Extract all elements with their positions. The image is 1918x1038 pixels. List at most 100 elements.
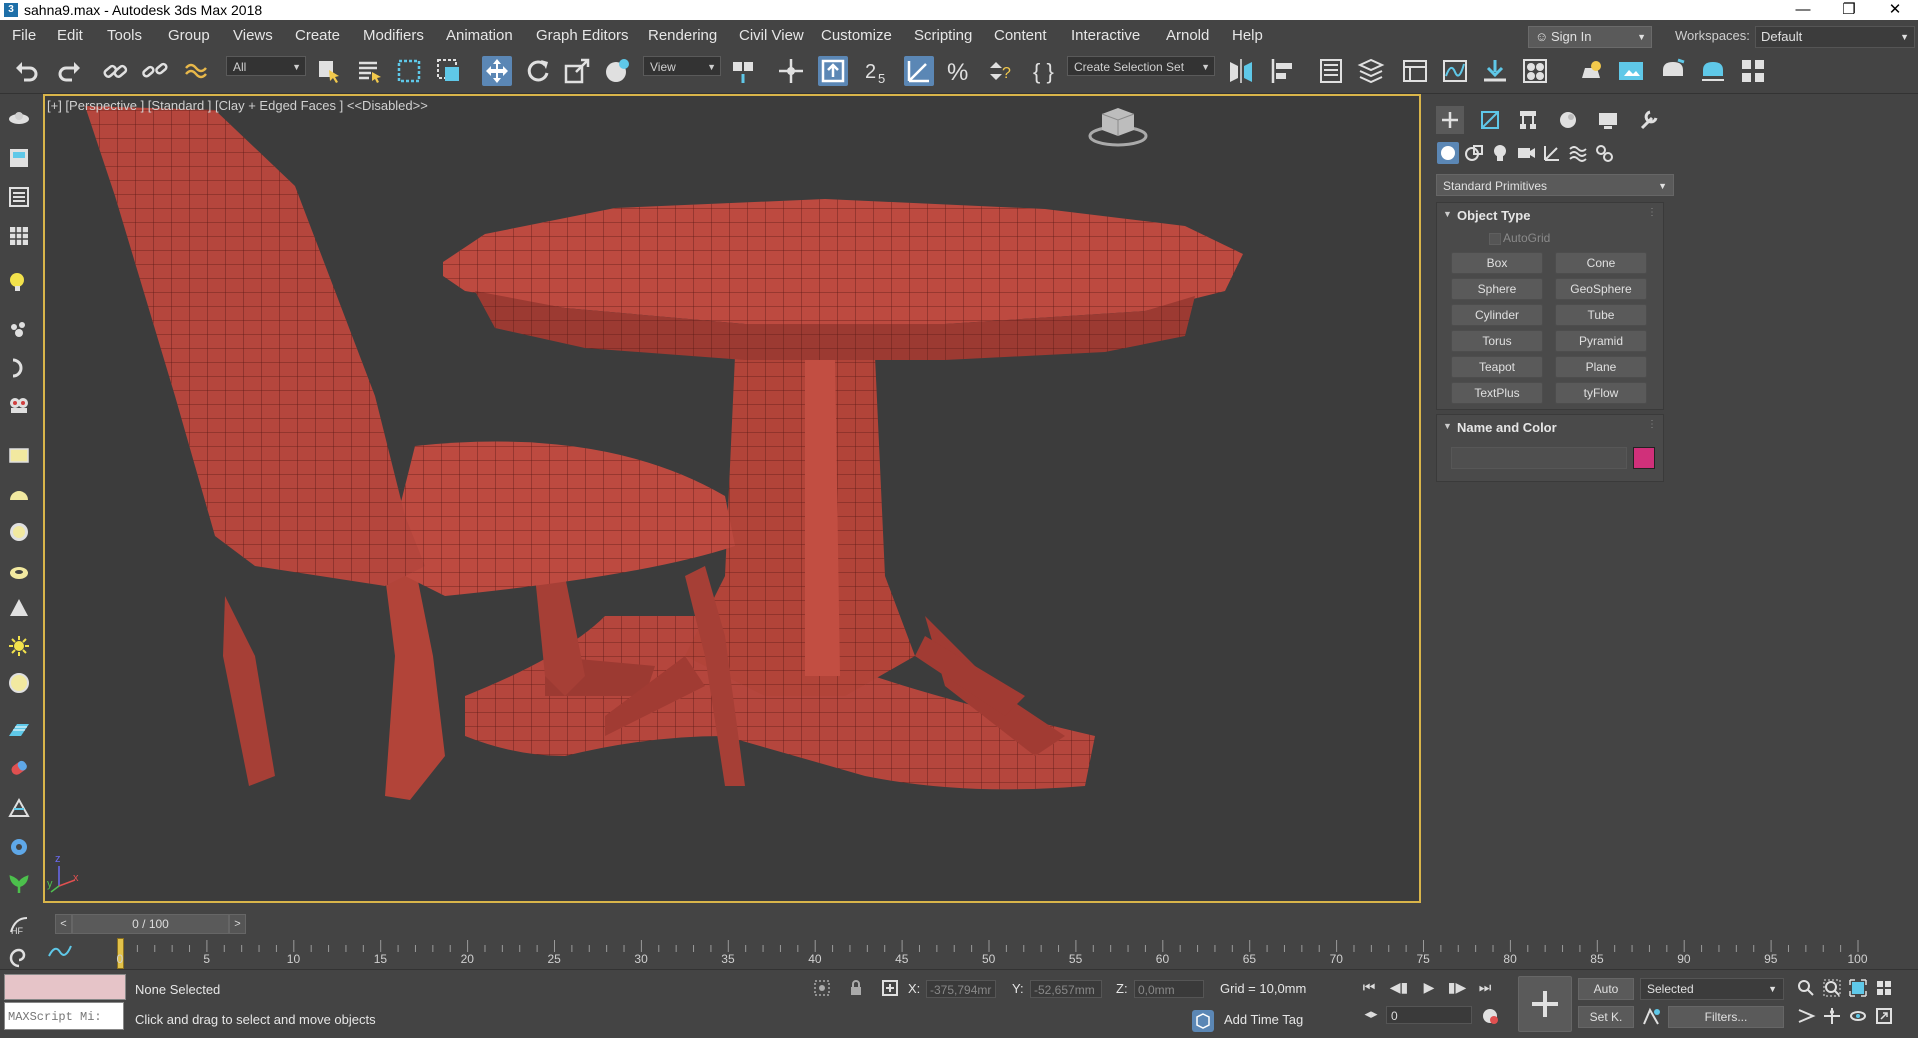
window-crossing-icon[interactable] <box>434 56 464 86</box>
cameras-category-button[interactable] <box>1515 142 1537 164</box>
autogrid-checkbox[interactable] <box>1489 233 1501 245</box>
menu-rendering[interactable]: Rendering <box>648 20 717 51</box>
minimize-button[interactable]: — <box>1780 0 1826 20</box>
sign-in-button[interactable]: ☺ Sign In ▼ <box>1528 26 1652 48</box>
perspective-viewport[interactable]: z x y <box>43 94 1421 903</box>
angle-snap-icon[interactable] <box>904 56 934 86</box>
selection-set-dropdown[interactable]: Create Selection Set ▼ <box>1067 56 1215 76</box>
previous-frame-icon[interactable]: ◀▮ <box>1388 976 1410 998</box>
sphere-button[interactable]: Sphere <box>1451 278 1543 300</box>
close-button[interactable]: ✕ <box>1872 0 1918 20</box>
particle-view-icon[interactable] <box>7 318 31 342</box>
filters-button[interactable]: Filters... <box>1668 1006 1784 1028</box>
select-object-icon[interactable] <box>314 56 344 86</box>
object-name-input[interactable] <box>1451 447 1627 469</box>
box-button[interactable]: Box <box>1451 252 1543 274</box>
rendered-frame-window-icon[interactable] <box>1616 56 1646 86</box>
orbit-icon[interactable] <box>1848 1006 1868 1026</box>
maxscript-listener-pink[interactable] <box>4 974 126 1000</box>
grid-table-icon[interactable] <box>7 224 31 248</box>
render-production-icon[interactable] <box>1658 56 1688 86</box>
viewcube-icon[interactable] <box>1088 108 1148 147</box>
menu-file[interactable]: File <box>12 20 36 51</box>
set-key-mode-button[interactable]: Set K. <box>1578 1006 1634 1028</box>
timeline-track[interactable] <box>118 939 1862 952</box>
link-icon[interactable] <box>100 56 130 86</box>
menu-modifiers[interactable]: Modifiers <box>363 20 424 51</box>
spacewarps-category-button[interactable] <box>1567 142 1589 164</box>
select-by-name-icon[interactable] <box>354 56 384 86</box>
bind-space-warp-icon[interactable] <box>182 56 212 86</box>
category-dropdown[interactable]: Standard Primitives ▼ <box>1436 174 1674 196</box>
go-to-end-icon[interactable]: ⏭ <box>1474 976 1496 998</box>
object-color-swatch[interactable] <box>1633 447 1655 469</box>
rectangular-selection-icon[interactable] <box>394 56 424 86</box>
select-and-rotate-icon[interactable] <box>523 56 553 86</box>
pyramid-button[interactable]: Pyramid <box>1555 330 1647 352</box>
restore-button[interactable]: ❐ <box>1826 0 1872 20</box>
menu-interactive[interactable]: Interactive <box>1071 20 1140 51</box>
pivot-center-icon[interactable] <box>728 56 758 86</box>
menu-customize[interactable]: Customize <box>821 20 892 51</box>
shell-object-icon[interactable] <box>7 946 31 970</box>
menu-help[interactable]: Help <box>1232 20 1263 51</box>
menu-views[interactable]: Views <box>233 20 273 51</box>
object-type-title[interactable]: Object Type <box>1457 208 1530 223</box>
mirror-icon[interactable] <box>1226 56 1256 86</box>
percent-snap-icon[interactable]: % <box>944 56 974 86</box>
y-coordinate-field[interactable]: -52,657mm <box>1030 980 1102 998</box>
keyboard-shortcut-override-icon[interactable] <box>818 56 848 86</box>
menu-tools[interactable]: Tools <box>107 20 142 51</box>
undo-icon[interactable] <box>12 56 42 86</box>
select-and-place-icon[interactable] <box>602 56 632 86</box>
menu-edit[interactable]: Edit <box>57 20 83 51</box>
helpers-category-button[interactable] <box>1541 142 1563 164</box>
capsule-object-icon[interactable] <box>7 756 31 780</box>
select-and-move-icon[interactable] <box>482 56 512 86</box>
hemisphere-icon[interactable] <box>7 482 31 506</box>
torus-object-icon[interactable] <box>7 560 31 584</box>
key-filters-icon[interactable] <box>1640 1006 1662 1028</box>
ribbon-toggle-icon[interactable] <box>1400 56 1430 86</box>
menu-scripting[interactable]: Scripting <box>914 20 972 51</box>
display-tab[interactable] <box>1594 106 1622 134</box>
add-time-tag-label[interactable]: Add Time Tag <box>1224 1012 1303 1027</box>
motion-tab[interactable] <box>1554 106 1582 134</box>
menu-content[interactable]: Content <box>994 20 1047 51</box>
play-icon[interactable]: ▶ <box>1418 976 1440 998</box>
collapse-arrow-icon[interactable]: ▼ <box>1443 421 1452 431</box>
spinner-snap-icon[interactable]: ? <box>984 56 1014 86</box>
next-frame-icon[interactable]: ▮▶ <box>1446 976 1468 998</box>
selection-lock-icon[interactable] <box>846 978 866 998</box>
foliage-icon[interactable] <box>7 872 31 896</box>
geosphere-object-icon[interactable] <box>7 671 31 695</box>
hair-fur-icon[interactable]: HF <box>7 912 31 936</box>
cylinder-button[interactable]: Cylinder <box>1451 304 1543 326</box>
workspace-select[interactable]: Default ▼ <box>1755 26 1915 48</box>
maximize-viewport-icon[interactable] <box>1874 1006 1894 1026</box>
isolate-selection-icon[interactable] <box>812 978 832 998</box>
zoom-all-icon[interactable] <box>1822 978 1842 998</box>
current-frame-field[interactable]: 0 <box>1386 1006 1472 1024</box>
schematic-view-icon[interactable] <box>1480 56 1510 86</box>
curve-editor-toggle-icon[interactable] <box>45 940 75 962</box>
render-in-cloud-icon[interactable] <box>1738 56 1768 86</box>
x-coordinate-field[interactable]: -375,794mr <box>926 980 996 998</box>
cone-object-icon[interactable] <box>7 596 31 620</box>
menu-group[interactable]: Group <box>168 20 210 51</box>
scene-explorer-icon[interactable] <box>1316 56 1346 86</box>
layer-explorer-icon[interactable] <box>1356 56 1386 86</box>
curve-editor-icon[interactable] <box>1440 56 1470 86</box>
plane-object-icon[interactable] <box>7 443 31 467</box>
grid-plane-icon[interactable] <box>7 718 31 742</box>
pan-view-icon[interactable] <box>1822 1006 1842 1026</box>
material-editor-icon[interactable] <box>1520 56 1550 86</box>
geosphere-button[interactable]: GeoSphere <box>1555 278 1647 300</box>
snaps-toggle-icon[interactable]: 25 <box>862 56 892 86</box>
tyflow-button[interactable]: tyFlow <box>1555 382 1647 404</box>
lights-category-button[interactable] <box>1489 142 1511 164</box>
set-key-button[interactable] <box>1518 976 1572 1032</box>
tube-button[interactable]: Tube <box>1555 304 1647 326</box>
zoom-icon[interactable] <box>1796 978 1816 998</box>
key-filter-dropdown[interactable]: Selected ▼ <box>1640 978 1784 1000</box>
